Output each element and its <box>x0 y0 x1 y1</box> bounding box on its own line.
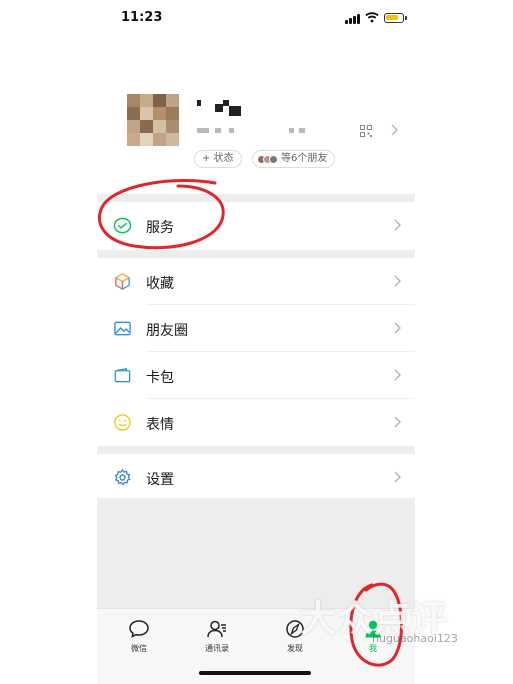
menu-label-favorites: 收藏 <box>146 276 174 292</box>
tab-chats[interactable]: 微信 <box>109 619 169 663</box>
contacts-icon <box>207 620 226 638</box>
friend-avatar <box>269 154 278 164</box>
menu-item-stickers[interactable]: 表情 <box>97 399 415 446</box>
chevron-right-icon <box>394 471 401 483</box>
picture-icon <box>114 321 131 336</box>
wechat-id-redacted <box>197 126 317 136</box>
menu-label-moments: 朋友圈 <box>146 323 188 339</box>
menu-item-cards[interactable]: 卡包 <box>97 352 415 399</box>
menu-label-cards: 卡包 <box>146 370 174 386</box>
friends-count-text: 等6个朋友 <box>281 153 328 164</box>
menu-label-stickers: 表情 <box>146 417 174 433</box>
chevron-right-icon <box>394 219 401 231</box>
gear-icon <box>114 469 131 486</box>
phone-screen: 11:23 + 状态 等6个朋友 服务 收藏 朋友圈 卡包 表情 设置 微信 通… <box>97 0 415 684</box>
tab-label-contacts: 通讯录 <box>205 644 229 653</box>
tab-label-chats: 微信 <box>131 644 147 653</box>
chevron-right-icon <box>391 124 398 136</box>
status-bar: 11:23 <box>97 0 415 36</box>
tab-contacts[interactable]: 通讯录 <box>187 619 247 663</box>
chevron-right-icon <box>394 275 401 287</box>
profile-header[interactable]: + 状态 等6个朋友 <box>97 82 415 194</box>
menu-item-favorites[interactable]: 收藏 <box>97 258 415 305</box>
tab-label-discover: 发现 <box>287 644 303 653</box>
nickname-redacted <box>197 98 247 120</box>
chevron-right-icon <box>394 369 401 381</box>
wifi-icon <box>365 12 379 23</box>
section-divider <box>97 250 415 258</box>
chat-bubble-icon <box>129 620 149 638</box>
smiley-icon <box>114 414 131 431</box>
menu-item-moments[interactable]: 朋友圈 <box>97 305 415 352</box>
wechat-pay-icon <box>113 217 132 234</box>
section-divider <box>97 446 415 454</box>
battery-icon <box>384 13 404 23</box>
menu-label-settings: 设置 <box>146 472 174 488</box>
friends-status-pill[interactable]: 等6个朋友 <box>252 150 336 168</box>
menu-item-settings[interactable]: 设置 <box>97 454 415 498</box>
chevron-right-icon <box>394 416 401 428</box>
qr-code-icon[interactable] <box>360 125 372 137</box>
add-status-button[interactable]: + 状态 <box>194 150 242 168</box>
menu-item-services[interactable]: 服务 <box>97 202 415 250</box>
chevron-right-icon <box>394 322 401 334</box>
signal-icon <box>345 14 361 24</box>
watermark-username: huguaohaoi123 <box>372 632 458 645</box>
cube-icon <box>114 273 131 291</box>
avatar[interactable] <box>127 94 179 146</box>
wallet-icon <box>114 368 131 383</box>
home-indicator <box>199 671 311 675</box>
battery-tip <box>405 16 407 20</box>
status-time: 11:23 <box>121 10 163 25</box>
menu-label-services: 服务 <box>146 220 174 236</box>
section-divider <box>97 194 415 202</box>
